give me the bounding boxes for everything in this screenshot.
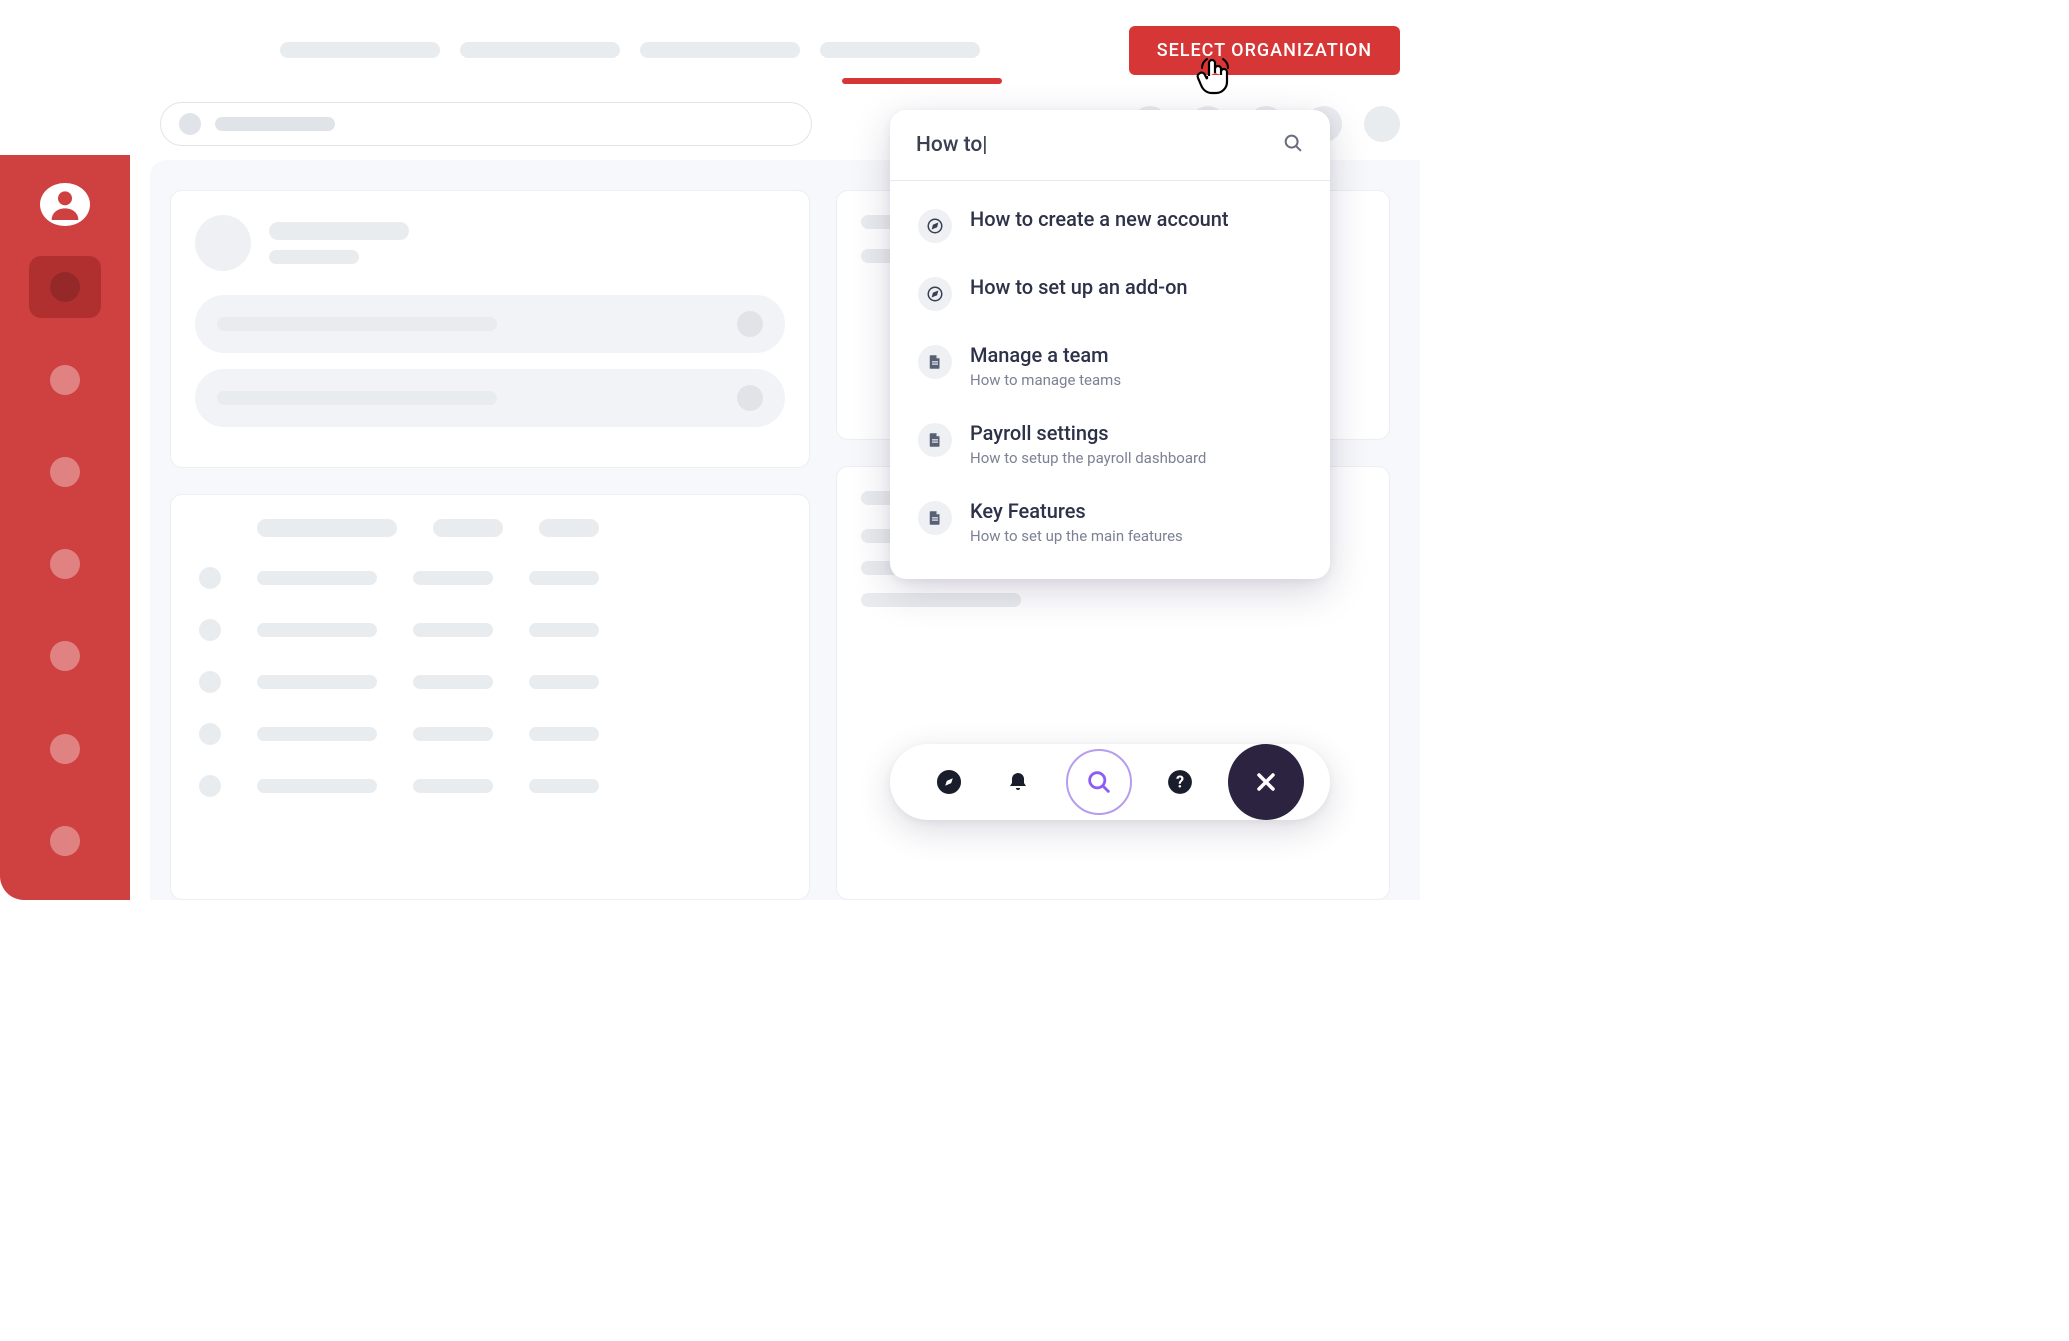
- search-icon: [1282, 132, 1304, 158]
- nav-tab-placeholder[interactable]: [460, 42, 620, 58]
- help-search-input[interactable]: [916, 133, 1282, 157]
- compass-icon: [918, 209, 952, 243]
- help-result-subtitle: How to set up the main features: [970, 527, 1183, 545]
- sidebar-item-placeholder[interactable]: [29, 348, 101, 410]
- global-search-input[interactable]: [160, 102, 812, 146]
- help-result-item[interactable]: How to create a new account: [890, 191, 1330, 259]
- table-header-placeholder: [433, 519, 503, 537]
- help-results-list: How to create a new account How to set u…: [890, 181, 1330, 579]
- help-widget-bar: ?: [890, 744, 1330, 820]
- help-result-subtitle: How to setup the payroll dashboard: [970, 449, 1206, 467]
- table-row[interactable]: [199, 775, 781, 797]
- card-avatar: [195, 215, 251, 271]
- widget-notifications-button[interactable]: [997, 761, 1039, 803]
- widget-compass-button[interactable]: [928, 761, 970, 803]
- document-icon: [918, 345, 952, 379]
- help-result-subtitle: How to manage teams: [970, 371, 1121, 389]
- svg-text:?: ?: [1176, 772, 1184, 791]
- help-icon: ?: [1167, 769, 1193, 795]
- nav-tab-placeholder[interactable]: [820, 42, 980, 58]
- widget-help-button[interactable]: ?: [1159, 761, 1201, 803]
- user-icon: [45, 185, 85, 225]
- sidebar-item-placeholder[interactable]: [29, 625, 101, 687]
- help-search-bar: [890, 110, 1330, 181]
- nav-tab-placeholder[interactable]: [640, 42, 800, 58]
- search-placeholder-text: [215, 117, 335, 131]
- help-result-item[interactable]: How to set up an add-on: [890, 259, 1330, 327]
- help-result-item[interactable]: Manage a team How to manage teams: [890, 327, 1330, 405]
- table-row[interactable]: [199, 671, 781, 693]
- help-result-item[interactable]: Payroll settings How to setup the payrol…: [890, 405, 1330, 483]
- help-search-popover: How to create a new account How to set u…: [890, 110, 1330, 579]
- table-header-placeholder: [539, 519, 599, 537]
- compass-icon: [918, 277, 952, 311]
- help-result-title: Manage a team: [970, 343, 1121, 367]
- select-organization-button[interactable]: SELECT ORGANIZATION: [1129, 26, 1400, 75]
- help-result-title: How to create a new account: [970, 207, 1229, 231]
- document-icon: [918, 501, 952, 535]
- sidebar-item-placeholder[interactable]: [29, 717, 101, 779]
- sidebar-item-placeholder[interactable]: [29, 441, 101, 503]
- widget-close-button[interactable]: [1228, 744, 1304, 820]
- help-result-title: Payroll settings: [970, 421, 1206, 445]
- table-header-placeholder: [257, 519, 397, 537]
- help-result-item[interactable]: Key Features How to set up the main feat…: [890, 483, 1330, 561]
- document-icon: [918, 423, 952, 457]
- help-result-title: Key Features: [970, 499, 1183, 523]
- list-row-placeholder[interactable]: [195, 295, 785, 353]
- app-frame: SELECT ORGANIZATION: [0, 0, 1440, 900]
- table-row[interactable]: [199, 567, 781, 589]
- help-result-title: How to set up an add-on: [970, 275, 1188, 299]
- sidebar-item-placeholder[interactable]: [29, 810, 101, 872]
- nav-tabs: [280, 42, 980, 58]
- list-row-placeholder[interactable]: [195, 369, 785, 427]
- sidebar: [0, 155, 130, 900]
- table-card: [170, 494, 810, 900]
- search-avatar-icon: [179, 113, 201, 135]
- cursor-pointer-icon: [1195, 56, 1235, 104]
- table-row[interactable]: [199, 723, 781, 745]
- nav-tab-placeholder[interactable]: [280, 42, 440, 58]
- top-icon-placeholder[interactable]: [1364, 106, 1400, 142]
- widget-search-button[interactable]: [1066, 749, 1132, 815]
- table-row[interactable]: [199, 619, 781, 641]
- sidebar-item-active[interactable]: [29, 256, 101, 318]
- profile-card: [170, 190, 810, 468]
- placeholder-text: [269, 250, 359, 264]
- nav-tab-active-indicator: [842, 78, 1002, 84]
- sidebar-item-placeholder[interactable]: [29, 533, 101, 595]
- placeholder-text: [269, 222, 409, 240]
- search-icon: [1085, 768, 1113, 796]
- close-icon: [1252, 768, 1280, 796]
- user-avatar[interactable]: [40, 183, 90, 226]
- bell-icon: [1006, 770, 1030, 794]
